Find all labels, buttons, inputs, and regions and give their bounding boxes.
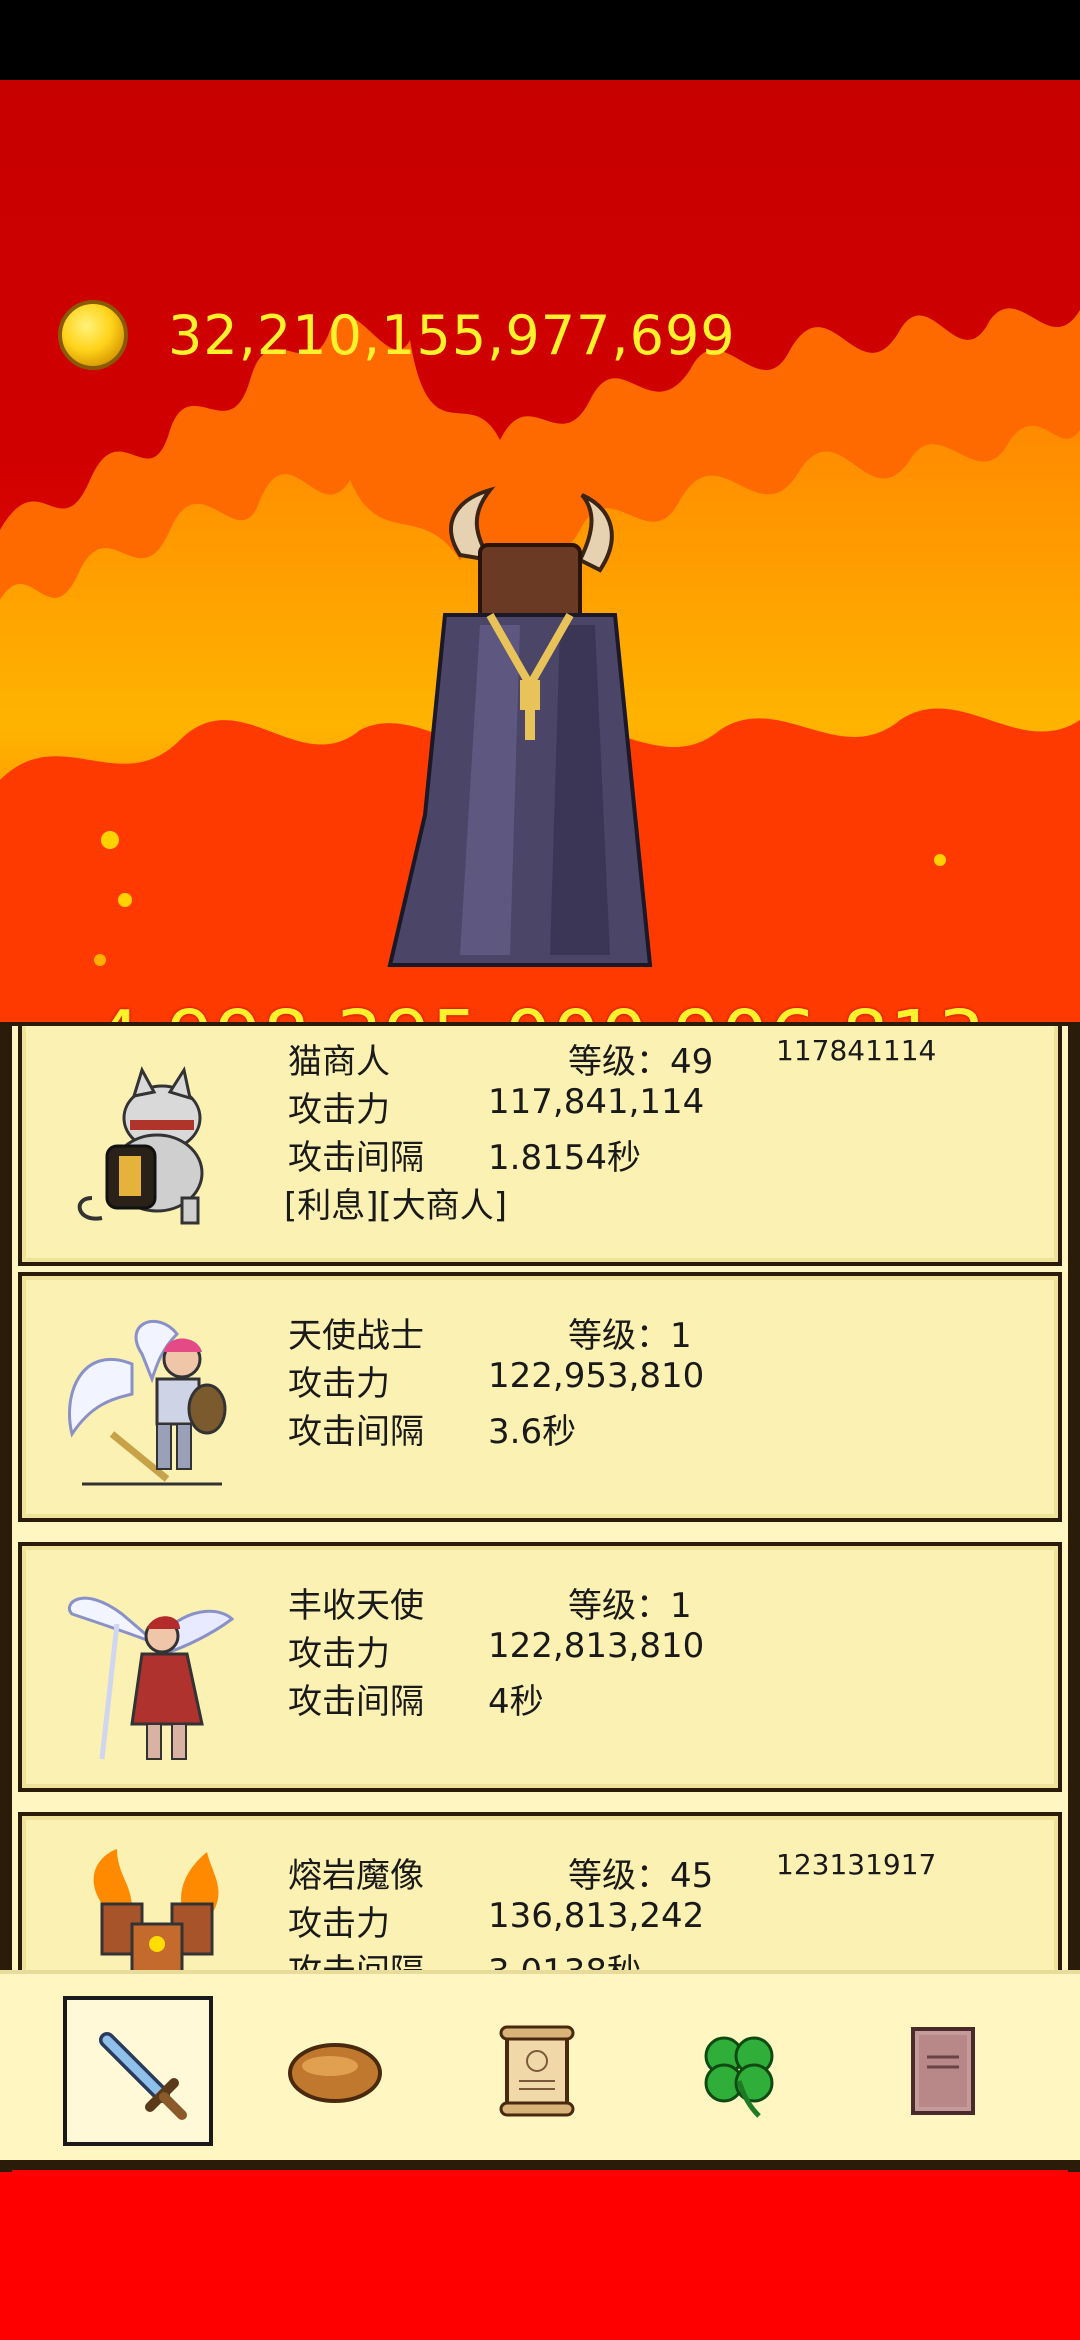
attack-label: 攻击力 — [288, 1364, 390, 1404]
gold-coin-icon — [58, 300, 128, 370]
hero-card[interactable]: 天使战士 等级：1 攻击力 122,953,810 攻击间隔 3.6秒 — [18, 1272, 1062, 1522]
status-bar — [0, 0, 1080, 80]
hero-tags: [利息][大商人] — [284, 1186, 508, 1226]
horned-demon-sprite[interactable] — [350, 485, 710, 975]
coin-counter: 32,210,155,977,699 — [58, 295, 736, 375]
tab-book[interactable] — [868, 1996, 1018, 2146]
battle-scene[interactable]: 32,210,155,977,699 4,998,395,000,906,813 — [0, 80, 1080, 1025]
cat-merchant-sprite — [77, 1066, 204, 1225]
bread-icon — [288, 2043, 382, 2103]
hero-card[interactable]: 熔岩魔像 等级：45 123131917 攻击力 136,813,242 攻击间… — [18, 1812, 1062, 1974]
hero-name: 猫商人 — [288, 1042, 390, 1082]
tab-sword[interactable] — [63, 1996, 213, 2146]
scroll-icon — [499, 2025, 575, 2117]
book-icon — [911, 2027, 975, 2115]
hero-level: 等级：1 — [568, 1586, 692, 1626]
boss-hp: 4,998,395,000,906,813 — [0, 995, 1080, 1025]
tab-scroll[interactable] — [462, 1996, 612, 2146]
attack-label: 攻击力 — [288, 1090, 390, 1130]
sword-icon — [99, 2032, 187, 2120]
attack-value: 122,813,810 — [488, 1626, 705, 1666]
harvest-angel-sprite — [68, 1596, 235, 1760]
hero-level: 等级：49 — [568, 1042, 714, 1082]
hero-extra-value: 117841114 — [776, 1034, 937, 1067]
hero-level: 等级：45 — [568, 1856, 714, 1896]
hero-extra-value: 123131917 — [776, 1848, 937, 1881]
attack-label: 攻击力 — [288, 1634, 390, 1674]
interval-value: 3.6秒 — [488, 1412, 577, 1452]
hero-list[interactable]: 猫商人 等级：49 117841114 攻击力 117,841,114 攻击间隔… — [0, 1022, 1080, 1974]
interval-value: 4秒 — [488, 1682, 544, 1722]
attack-label: 攻击力 — [288, 1904, 390, 1944]
hero-card[interactable]: 猫商人 等级：49 117841114 攻击力 117,841,114 攻击间隔… — [18, 1026, 1062, 1266]
hero-level: 等级：1 — [568, 1316, 692, 1356]
tab-clover[interactable] — [664, 1996, 814, 2146]
hero-card[interactable]: 丰收天使 等级：1 攻击力 122,813,810 攻击间隔 4秒 — [18, 1542, 1062, 1792]
interval-value: 1.8154秒 — [488, 1138, 641, 1178]
interval-label: 攻击间隔 — [288, 1412, 424, 1452]
lava-golem-sprite — [93, 1849, 219, 1974]
angel-warrior-sprite — [68, 1319, 227, 1486]
hero-name: 熔岩魔像 — [288, 1856, 424, 1896]
interval-label: 攻击间隔 — [288, 1682, 424, 1722]
hero-name: 天使战士 — [288, 1316, 424, 1356]
tab-bread[interactable] — [260, 1996, 410, 2146]
clover-icon — [704, 2036, 774, 2118]
attack-value: 122,953,810 — [488, 1356, 705, 1396]
bottom-tab-bar — [0, 1970, 1080, 2170]
attack-value: 117,841,114 — [488, 1082, 705, 1122]
coin-amount: 32,210,155,977,699 — [168, 303, 736, 367]
attack-value: 136,813,242 — [488, 1896, 705, 1936]
interval-label: 攻击间隔 — [288, 1138, 424, 1178]
hero-name: 丰收天使 — [288, 1586, 424, 1626]
